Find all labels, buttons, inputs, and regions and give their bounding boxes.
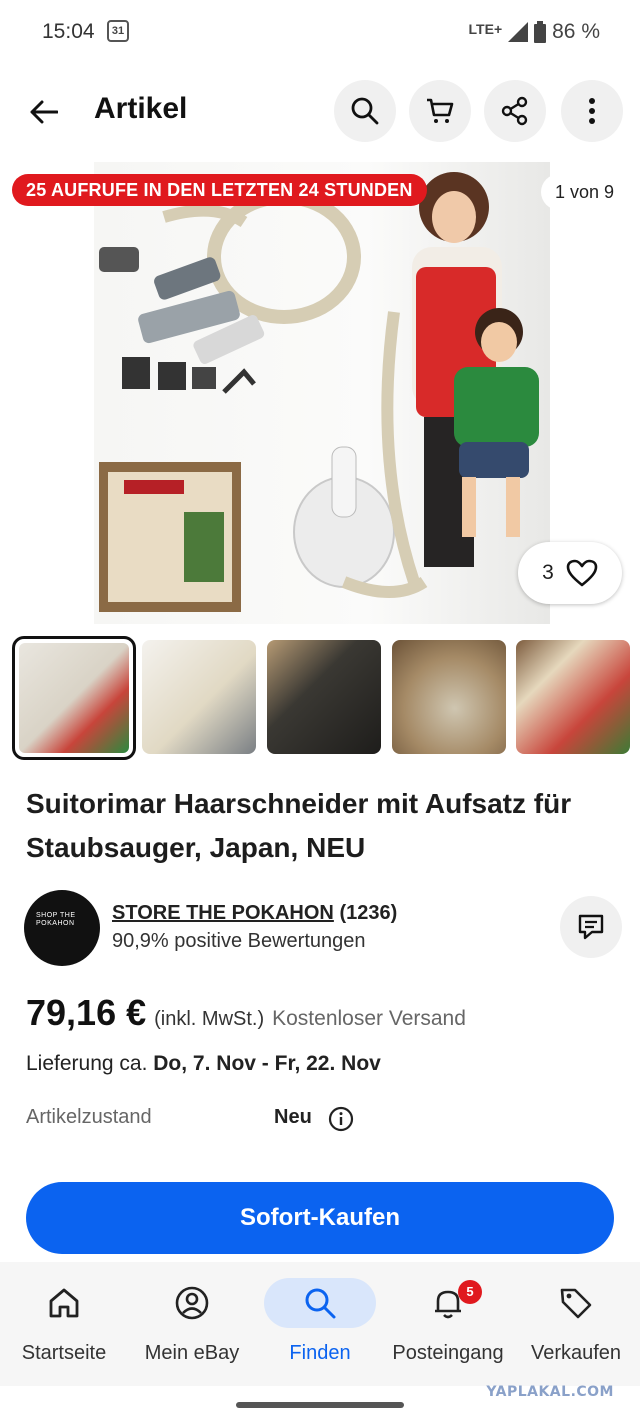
signal-icon (508, 22, 529, 42)
cart-icon (427, 98, 454, 123)
battery-level: 86 % (552, 20, 600, 43)
seller-logo[interactable]: SHOP THE POKAHON (24, 890, 100, 966)
seller-rating-count: (1236) (339, 902, 398, 924)
top-app-bar: Artikel (0, 78, 640, 144)
price-row: 79,16 € (inkl. MwSt.) Kostenloser Versan… (26, 992, 466, 1034)
item-condition: Artikelzustand Neu (26, 1106, 626, 1136)
image-gallery[interactable]: 25 AUFRUFE IN DEN LETZTEN 24 STUNDEN 1 v… (0, 162, 640, 624)
nav-search-label: Finden (289, 1342, 351, 1364)
image-counter: 1 von 9 (540, 174, 628, 210)
views-badge: 25 AUFRUFE IN DEN LETZTEN 24 STUNDEN (12, 174, 427, 206)
delivery-range: Do, 7. Nov - Fr, 22. Nov (153, 1052, 381, 1075)
nav-my-ebay-label: Mein eBay (144, 1342, 240, 1364)
seller-info[interactable]: SHOP THE POKAHON STORE THE POKAHON (1236… (24, 888, 624, 966)
nav-my-ebay[interactable]: Mein eBay (128, 1262, 256, 1386)
thumbnail-5[interactable] (516, 640, 630, 754)
thumbnail-3[interactable] (267, 640, 381, 754)
status-time: 15:04 (42, 20, 95, 43)
watch-button[interactable]: 3 (518, 542, 622, 604)
delivery-prefix: Lieferung ca. (26, 1052, 148, 1075)
nav-home[interactable]: Startseite (0, 1262, 128, 1386)
page-title: Artikel (94, 92, 188, 125)
nav-account-icon-wrap (162, 1280, 222, 1326)
condition-value: Neu (274, 1106, 312, 1128)
more-button[interactable] (561, 80, 623, 142)
back-button[interactable] (22, 90, 66, 134)
back-arrow-icon (30, 100, 58, 124)
thumbnail-image (19, 643, 129, 753)
seller-name-line[interactable]: STORE THE POKAHON (1236) (112, 902, 397, 925)
notification-badge: 5 (458, 1280, 482, 1304)
share-icon (501, 96, 528, 126)
search-icon (305, 1288, 336, 1319)
seller-feedback: 90,9% positive Bewertungen (112, 930, 366, 952)
search-button[interactable] (334, 80, 396, 142)
product-image[interactable] (94, 162, 550, 624)
contact-seller-button[interactable] (560, 896, 622, 958)
product-photo (99, 172, 539, 612)
calendar-icon: 31 (107, 20, 129, 42)
search-icon (351, 97, 379, 125)
nav-sell-icon-wrap (546, 1280, 606, 1326)
nav-search[interactable]: Finden (256, 1262, 384, 1386)
nav-home-icon-wrap (34, 1280, 94, 1326)
thumbnail-1[interactable] (12, 636, 136, 760)
share-button[interactable] (484, 80, 546, 142)
info-icon[interactable] (328, 1106, 354, 1132)
home-icon (49, 1288, 79, 1318)
message-icon (578, 914, 604, 940)
thumbnail-strip (12, 636, 632, 760)
status-right: LTE+ 86 % (469, 20, 600, 44)
price: 79,16 € (26, 992, 147, 1033)
watermark: YAPLAKAL.COM (486, 1384, 614, 1400)
shipping-info: Kostenloser Versand (272, 1007, 466, 1030)
nav-sell-label: Verkaufen (530, 1342, 622, 1364)
network-label: LTE+ (468, 21, 503, 37)
status-bar: 15:04 31 LTE+ 86 % (0, 0, 640, 64)
tag-icon (560, 1288, 592, 1319)
account-icon (175, 1286, 209, 1320)
vat-note: (inkl. MwSt.) (154, 1008, 265, 1030)
thumbnail-4[interactable] (392, 640, 506, 754)
thumbnail-2[interactable] (142, 640, 256, 754)
cart-button[interactable] (409, 80, 471, 142)
item-title: Suitorimar Haarschneider mit Aufsatz für… (26, 788, 572, 863)
delivery-estimate: Lieferung ca. Do, 7. Nov - Fr, 22. Nov (26, 1052, 381, 1076)
condition-label: Artikelzustand (26, 1106, 152, 1128)
thumbnail-image (392, 640, 506, 754)
home-indicator[interactable] (236, 1402, 404, 1408)
nav-inbox-label: Posteingang (392, 1342, 504, 1364)
thumbnail-image (142, 640, 256, 754)
seller-name[interactable]: STORE THE POKAHON (112, 902, 334, 924)
more-icon (589, 98, 595, 124)
battery-icon (534, 21, 547, 43)
bottom-navigation: Startseite Mein eBay Finden 5 Posteingan… (0, 1262, 640, 1386)
nav-search-icon-wrap (264, 1278, 376, 1328)
buy-now-button[interactable]: Sofort-Kaufen (26, 1182, 614, 1254)
thumbnail-image (516, 640, 630, 754)
heart-icon (566, 559, 598, 587)
watch-count: 3 (542, 561, 554, 584)
nav-inbox[interactable]: 5 Posteingang (384, 1262, 512, 1386)
nav-sell[interactable]: Verkaufen (512, 1262, 640, 1386)
thumbnail-image (267, 640, 381, 754)
